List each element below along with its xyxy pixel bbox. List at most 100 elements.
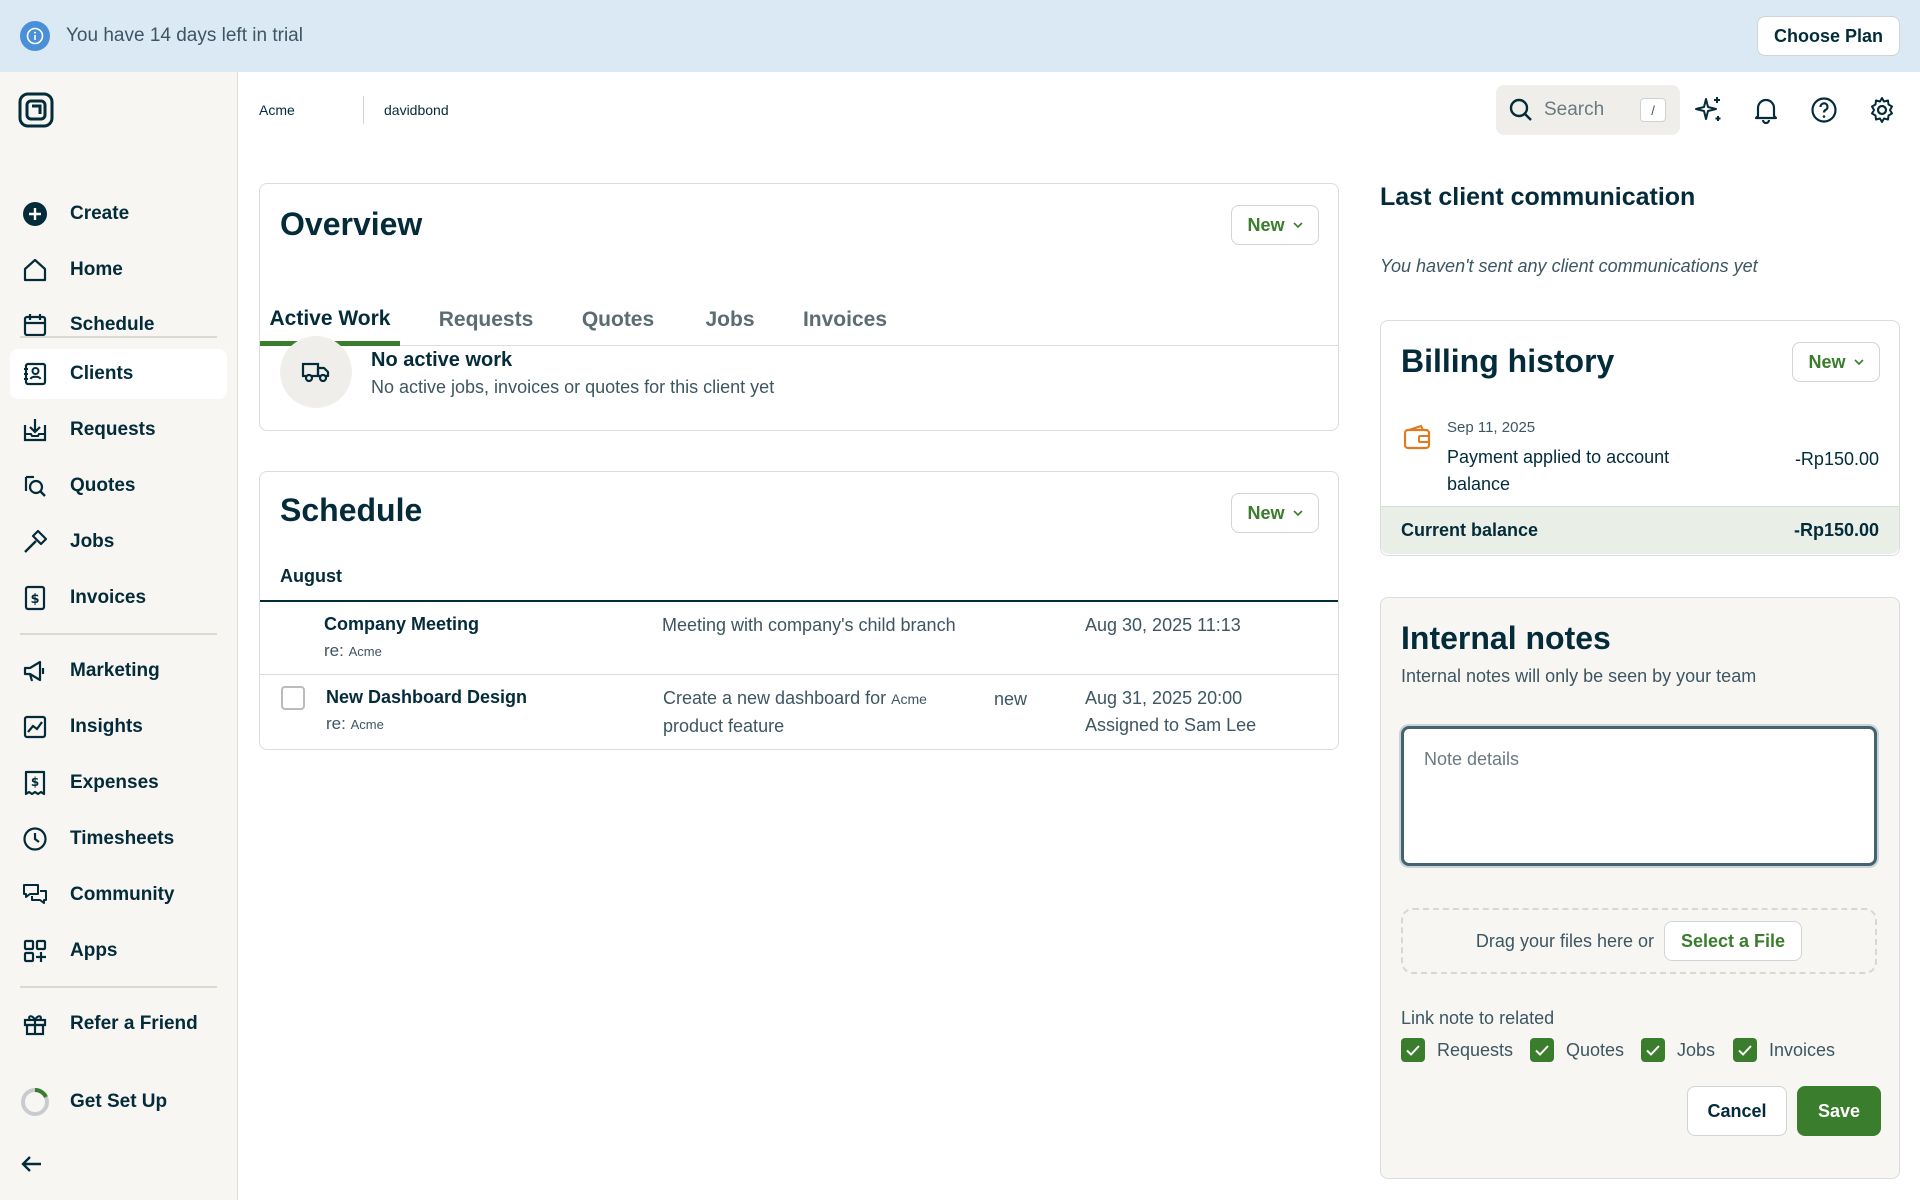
home-icon bbox=[20, 255, 50, 285]
sidebar-item-marketing[interactable]: Marketing bbox=[10, 646, 227, 696]
new-label: New bbox=[1808, 351, 1846, 372]
checkbox-label: Requests bbox=[1437, 1039, 1514, 1060]
bell-icon[interactable] bbox=[1750, 94, 1782, 126]
sidebar-item-quotes[interactable]: Quotes bbox=[10, 461, 227, 511]
re-prefix: re: bbox=[326, 714, 346, 733]
communication-empty: You haven't sent any client communicatio… bbox=[1380, 256, 1758, 276]
re-client: Acme bbox=[348, 644, 382, 659]
select-file-button[interactable]: Select a File bbox=[1664, 921, 1803, 961]
checkmark-icon bbox=[1733, 1038, 1757, 1062]
empty-subtitle: No active jobs, invoices or quotes for t… bbox=[371, 377, 775, 397]
breadcrumb-client[interactable]: Acme bbox=[259, 102, 295, 118]
sidebar-item-label: Quotes bbox=[70, 475, 136, 496]
re-client: Acme bbox=[350, 717, 384, 732]
sidebar: Create Home Schedule Clients Requests Qu… bbox=[0, 72, 238, 1200]
choose-plan-button[interactable]: Choose Plan bbox=[1756, 16, 1900, 56]
checkmark-icon bbox=[1641, 1038, 1665, 1062]
insights-icon bbox=[20, 712, 50, 742]
sidebar-item-refer[interactable]: Refer a Friend bbox=[10, 999, 227, 1049]
sidebar-item-schedule[interactable]: Schedule bbox=[10, 300, 227, 350]
expenses-icon: $ bbox=[20, 768, 50, 798]
description-text: Create a new dashboard for bbox=[663, 688, 887, 708]
sidebar-item-requests[interactable]: Requests bbox=[10, 405, 227, 455]
help-icon[interactable] bbox=[1808, 94, 1840, 126]
gear-icon[interactable] bbox=[1866, 94, 1898, 126]
tab-invoices[interactable]: Invoices bbox=[800, 294, 890, 346]
svg-text:$: $ bbox=[31, 775, 39, 789]
trial-banner: You have 14 days left in trial Choose Pl… bbox=[0, 0, 1920, 72]
link-requests-checkbox[interactable]: Requests bbox=[1401, 1038, 1513, 1062]
sidebar-divider bbox=[20, 633, 217, 635]
save-button[interactable]: Save bbox=[1797, 1086, 1881, 1136]
wallet-icon bbox=[1403, 424, 1431, 452]
billing-new-button[interactable]: New bbox=[1792, 342, 1880, 382]
overview-tabs: Active Work Requests Quotes Jobs Invoice… bbox=[260, 294, 1338, 346]
collapse-sidebar-button[interactable] bbox=[10, 1139, 60, 1189]
app-logo-icon[interactable] bbox=[18, 92, 54, 128]
sidebar-item-community[interactable]: Community bbox=[10, 870, 227, 920]
checkbox-label: Jobs bbox=[1677, 1039, 1716, 1060]
search-shortcut: / bbox=[1640, 98, 1666, 122]
link-invoices-checkbox[interactable]: Invoices bbox=[1733, 1038, 1835, 1062]
billing-description: Payment applied to account balance bbox=[1447, 447, 1670, 494]
sidebar-item-apps[interactable]: Apps bbox=[10, 926, 227, 976]
sidebar-item-label: Requests bbox=[70, 419, 156, 440]
event-checkbox[interactable] bbox=[281, 686, 305, 710]
quotes-icon bbox=[20, 471, 50, 501]
sidebar-item-home[interactable]: Home bbox=[10, 245, 227, 295]
sidebar-item-label: Marketing bbox=[70, 660, 160, 681]
current-balance-row: Current balance -Rp150.00 bbox=[1381, 506, 1899, 554]
community-icon bbox=[20, 880, 50, 910]
internal-notes-card: Internal notes Internal notes will only … bbox=[1380, 597, 1900, 1179]
sidebar-item-label: Clients bbox=[70, 363, 134, 384]
sidebar-item-timesheets[interactable]: Timesheets bbox=[10, 814, 227, 864]
sidebar-item-label: Home bbox=[70, 259, 123, 280]
sidebar-item-get-set-up[interactable]: Get Set Up bbox=[10, 1077, 227, 1127]
search-input[interactable]: Search / bbox=[1496, 85, 1680, 135]
dropzone-text: Drag your files here or bbox=[1475, 930, 1654, 951]
sidebar-item-label: Insights bbox=[70, 716, 143, 737]
tab-quotes[interactable]: Quotes bbox=[578, 294, 658, 346]
new-label: New bbox=[1247, 502, 1285, 523]
tab-requests[interactable]: Requests bbox=[436, 294, 536, 346]
event-title[interactable]: Company Meeting bbox=[324, 614, 479, 635]
chevron-down-icon bbox=[1292, 222, 1303, 228]
schedule-new-button[interactable]: New bbox=[1231, 493, 1319, 533]
sidebar-item-label: Schedule bbox=[70, 314, 155, 335]
sidebar-item-invoices[interactable]: $ Invoices bbox=[10, 573, 227, 623]
sidebar-item-label: Create bbox=[70, 203, 130, 224]
sparkle-icon[interactable] bbox=[1693, 94, 1725, 126]
breadcrumb-user[interactable]: davidbond bbox=[384, 102, 449, 118]
file-dropzone[interactable]: Drag your files here or Select a File bbox=[1401, 908, 1877, 974]
checkbox-label: Invoices bbox=[1769, 1039, 1836, 1060]
schedule-card: Schedule New August Company Meeting re: … bbox=[259, 471, 1339, 750]
new-label: New bbox=[1247, 214, 1285, 235]
sidebar-item-jobs[interactable]: Jobs bbox=[10, 517, 227, 567]
sidebar-item-insights[interactable]: Insights bbox=[10, 702, 227, 752]
link-jobs-checkbox[interactable]: Jobs bbox=[1641, 1038, 1715, 1062]
sidebar-item-create[interactable]: Create bbox=[10, 189, 227, 239]
event-client: re: Acme bbox=[326, 714, 384, 734]
sidebar-item-label: Timesheets bbox=[70, 828, 175, 849]
chevron-down-icon bbox=[1853, 359, 1864, 365]
schedule-title: Schedule bbox=[280, 492, 423, 528]
event-title[interactable]: New Dashboard Design bbox=[326, 687, 527, 708]
overview-new-button[interactable]: New bbox=[1231, 205, 1319, 245]
info-icon bbox=[20, 21, 50, 51]
megaphone-icon bbox=[20, 656, 50, 686]
sidebar-item-clients[interactable]: Clients bbox=[10, 349, 227, 399]
progress-ring-icon bbox=[20, 1087, 50, 1117]
cancel-button[interactable]: Cancel bbox=[1687, 1086, 1787, 1136]
sidebar-item-expenses[interactable]: $ Expenses bbox=[10, 758, 227, 808]
svg-text:$: $ bbox=[30, 592, 39, 607]
link-quotes-checkbox[interactable]: Quotes bbox=[1530, 1038, 1624, 1062]
hammer-icon bbox=[20, 527, 50, 557]
overview-card: Overview New Active Work Requests Quotes… bbox=[259, 183, 1339, 431]
billing-card: Billing history New Sep 11, 2025 Payment… bbox=[1380, 320, 1900, 556]
event-date: Aug 31, 2025 20:00 Assigned to Sam Lee bbox=[1085, 685, 1256, 739]
schedule-month: August bbox=[280, 566, 342, 586]
tab-jobs[interactable]: Jobs bbox=[700, 294, 760, 346]
note-details-field[interactable] bbox=[1401, 726, 1877, 866]
sidebar-item-label: Expenses bbox=[70, 772, 159, 793]
event-client: re: Acme bbox=[324, 641, 382, 661]
